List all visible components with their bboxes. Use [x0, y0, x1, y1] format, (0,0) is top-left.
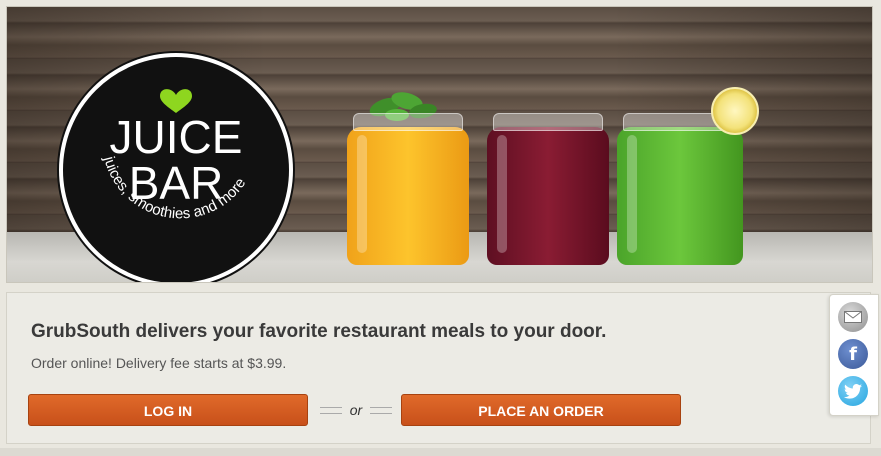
orange-juice-jar — [347, 113, 469, 265]
login-button[interactable]: LOG IN — [28, 394, 308, 426]
facebook-glyph: f — [849, 343, 857, 365]
or-separator: or — [314, 394, 398, 426]
facebook-icon[interactable]: f — [838, 339, 868, 369]
or-line-left — [319, 406, 342, 414]
place-order-button[interactable]: PLACE AN ORDER — [401, 394, 681, 426]
bottom-strip — [0, 448, 881, 456]
or-line-right — [370, 406, 393, 414]
hero-banner: JUICE BAR juices, smoothies and more — [6, 6, 873, 283]
share-sidebar: f — [829, 294, 879, 416]
email-icon[interactable] — [838, 302, 868, 332]
panel-headline: GrubSouth delivers your favorite restaur… — [31, 321, 607, 342]
panel-subline: Order online! Delivery fee starts at $3.… — [31, 355, 287, 371]
page: JUICE BAR juices, smoothies and more Gru… — [0, 0, 881, 456]
heart-icon — [160, 89, 192, 113]
or-label: or — [349, 402, 363, 418]
logo-title-line1: JUICE — [110, 111, 243, 163]
juice-bar-logo: JUICE BAR juices, smoothies and more — [59, 53, 293, 282]
beet-juice-jar — [487, 113, 609, 265]
twitter-icon[interactable] — [838, 376, 868, 406]
lemon-slice — [711, 87, 759, 135]
green-juice-jar — [617, 113, 743, 265]
order-panel: GrubSouth delivers your favorite restaur… — [6, 292, 871, 444]
